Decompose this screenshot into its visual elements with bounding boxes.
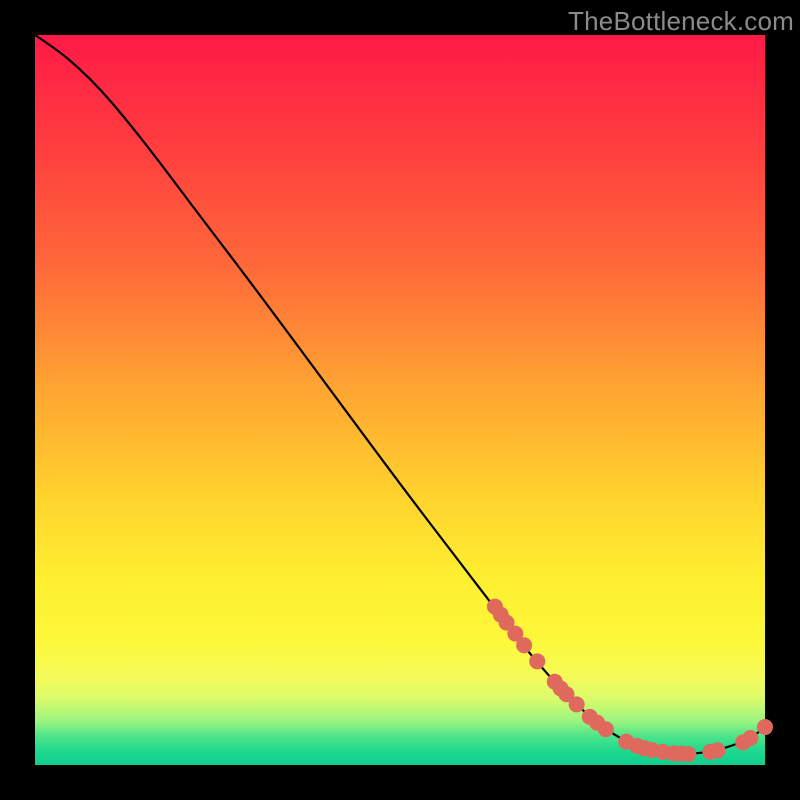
data-point [598,721,614,737]
data-point [710,742,726,758]
bottleneck-curve [35,35,765,754]
data-point [757,719,773,735]
data-point [529,653,545,669]
plot-area [35,35,765,765]
chart-overlay [35,35,765,765]
watermark-text: TheBottleneck.com [568,6,794,37]
data-point [569,696,585,712]
data-point [742,730,758,746]
data-point [516,637,532,653]
data-point [680,746,696,762]
chart-stage: TheBottleneck.com [0,0,800,800]
data-points-group [487,599,773,762]
